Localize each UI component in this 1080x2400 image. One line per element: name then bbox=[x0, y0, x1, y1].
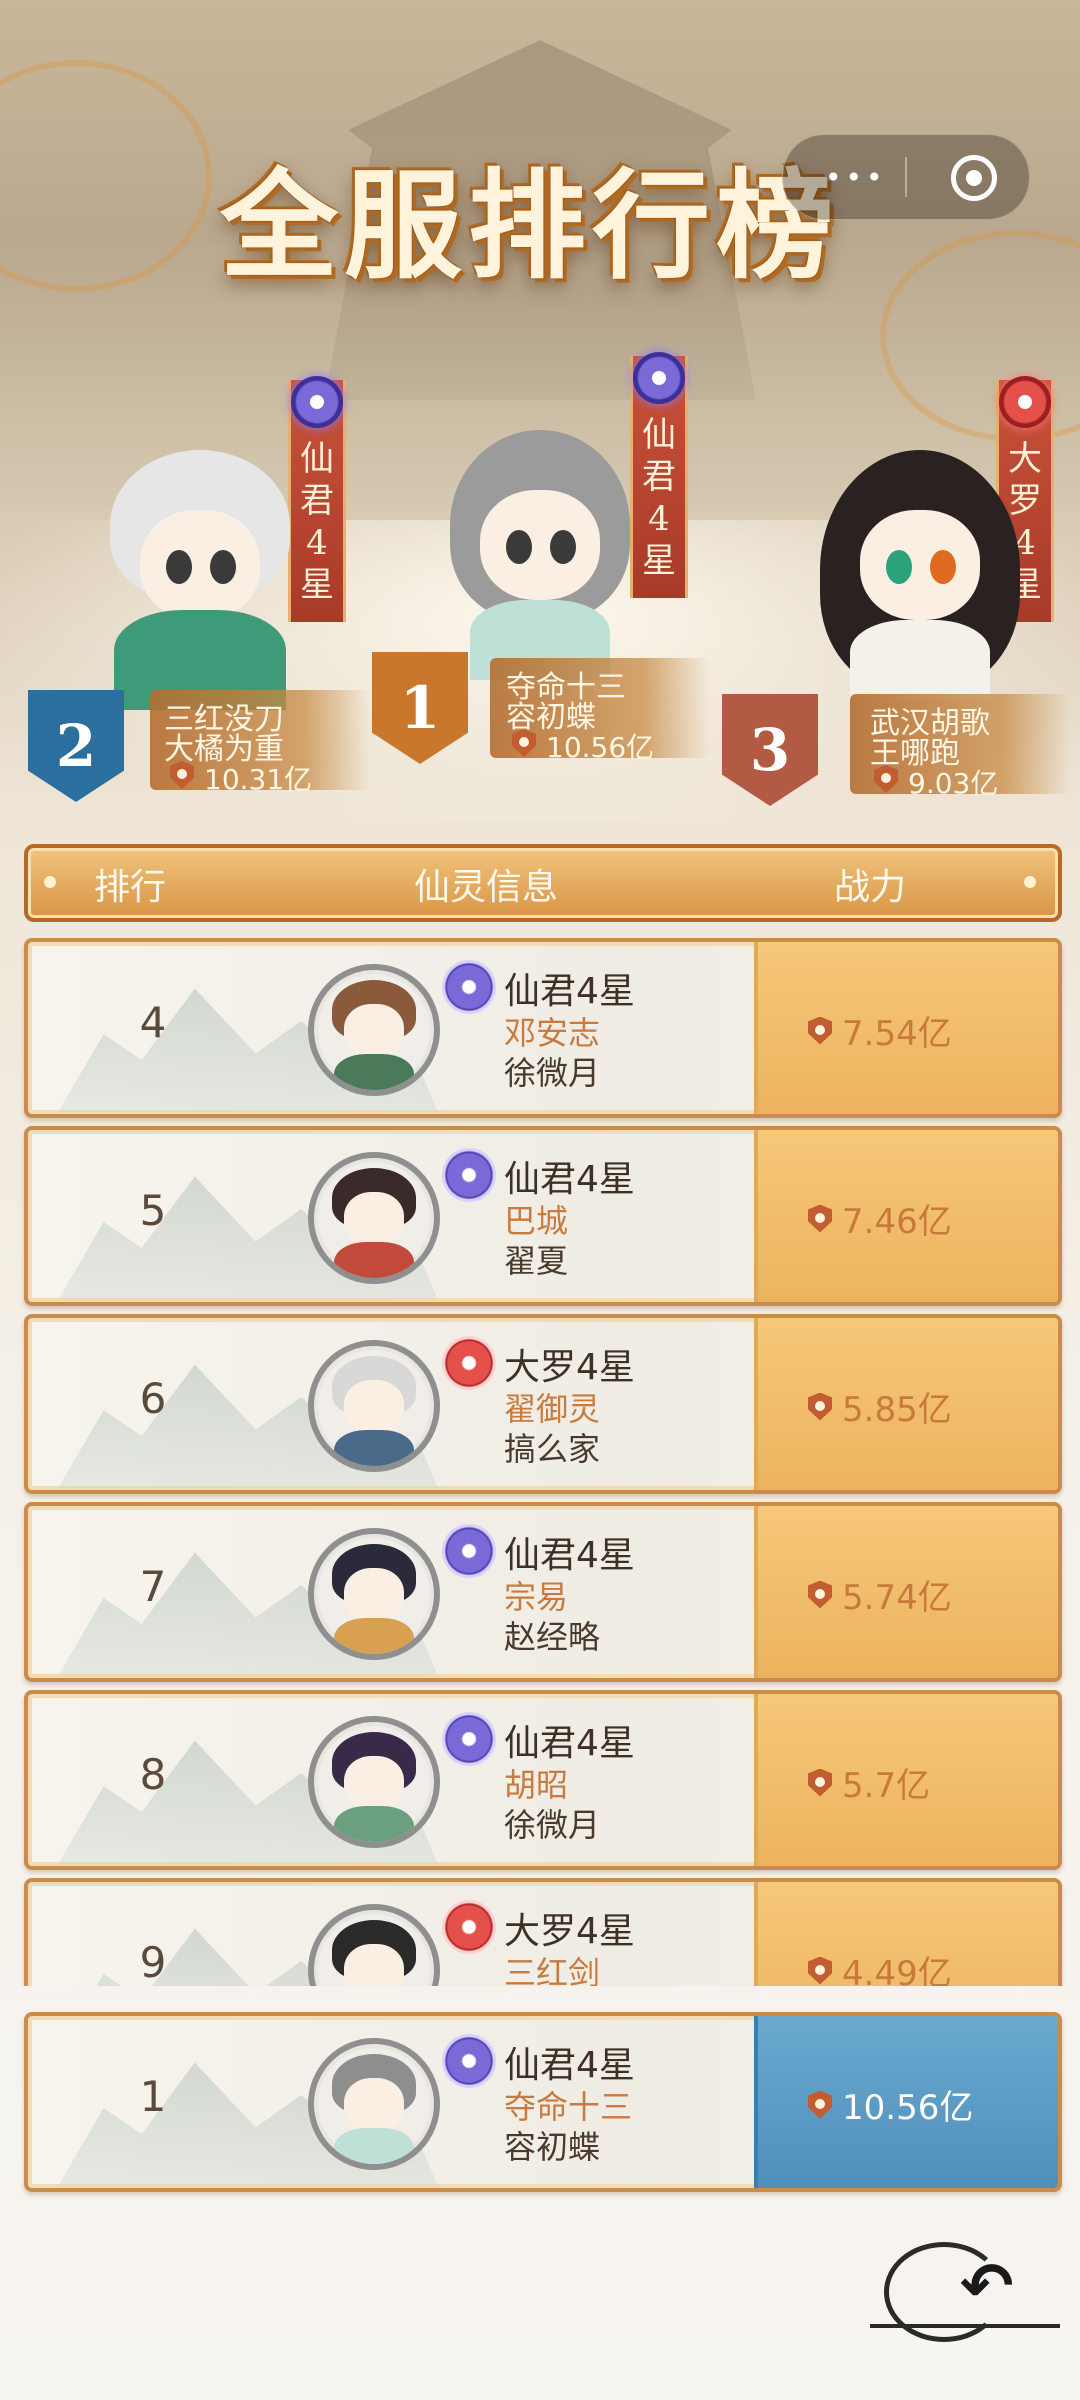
power-shield-icon bbox=[808, 2090, 832, 2119]
realm-level: 大罗4星 bbox=[504, 1347, 635, 1388]
power-value: 5.74亿 bbox=[808, 1570, 952, 1619]
realm-level: 大罗4星 bbox=[504, 1911, 635, 1952]
rank-number: 4 bbox=[139, 998, 167, 1047]
spirit-avatar[interactable] bbox=[308, 1152, 440, 1284]
table-row[interactable]: 8 仙君4星 胡昭 徐微月 5.7亿 bbox=[24, 1690, 1062, 1870]
table-row[interactable]: 7 仙君4星 宗易 赵经略 5.74亿 bbox=[24, 1502, 1062, 1682]
table-row[interactable]: 4 仙君4星 邓安志 徐微月 7.54亿 bbox=[24, 938, 1062, 1118]
spirit-avatar[interactable] bbox=[308, 1340, 440, 1472]
purple-gem-icon bbox=[442, 960, 496, 1014]
purple-gem-icon bbox=[442, 1712, 496, 1766]
spirit-avatar[interactable] bbox=[308, 1528, 440, 1660]
user-name: 搞么家 bbox=[504, 1430, 601, 1468]
back-arrow-icon: ↶ bbox=[960, 2250, 1014, 2324]
red-gem-icon bbox=[442, 1336, 496, 1390]
my-power: 10.56亿 bbox=[808, 2080, 973, 2129]
power-value: 5.7亿 bbox=[808, 1758, 930, 1807]
rank-number: 6 bbox=[139, 1374, 167, 1423]
power-value: 7.54亿 bbox=[808, 1006, 952, 1055]
power-value: 7.46亿 bbox=[808, 1194, 952, 1243]
power-shield-icon bbox=[808, 1580, 832, 1609]
realm-level: 仙君4星 bbox=[504, 1535, 635, 1576]
realm-level: 仙君4星 bbox=[504, 971, 635, 1012]
my-realm: 仙君4星 bbox=[504, 2045, 635, 2086]
rank-number: 7 bbox=[139, 1562, 167, 1611]
user-name: 徐微月 bbox=[504, 1806, 601, 1844]
table-row[interactable]: 6 大罗4星 翟御灵 搞么家 5.85亿 bbox=[24, 1314, 1062, 1494]
spirit-name: 三红剑 bbox=[504, 1954, 601, 1986]
spirit-avatar[interactable] bbox=[308, 1716, 440, 1848]
power-shield-icon bbox=[808, 1956, 832, 1985]
back-button[interactable]: ↶ bbox=[870, 2228, 1060, 2342]
user-name: 徐微月 bbox=[504, 1054, 601, 1092]
my-rank-row[interactable]: 1 仙君4星 夺命十三 容初蝶 10.56亿 bbox=[24, 2012, 1062, 2192]
power-shield-icon bbox=[808, 1016, 832, 1045]
rank-number: 9 bbox=[139, 1938, 167, 1986]
rank-number: 5 bbox=[139, 1186, 167, 1235]
purple-gem-icon bbox=[442, 1524, 496, 1578]
purple-gem-icon bbox=[442, 1148, 496, 1202]
spirit-avatar[interactable] bbox=[308, 964, 440, 1096]
my-rank-number: 1 bbox=[139, 2072, 167, 2121]
spirit-avatar[interactable] bbox=[308, 1904, 440, 1986]
purple-gem-icon bbox=[442, 2034, 496, 2088]
red-gem-icon bbox=[442, 1900, 496, 1954]
rank-number: 8 bbox=[139, 1750, 167, 1799]
power-value: 5.85亿 bbox=[808, 1382, 952, 1431]
user-name: 赵经略 bbox=[504, 1618, 601, 1656]
power-shield-icon bbox=[808, 1768, 832, 1797]
power-shield-icon bbox=[808, 1204, 832, 1233]
power-value: 4.49亿 bbox=[808, 1946, 952, 1986]
table-row[interactable]: 9 大罗4星 三红剑 4.49亿 bbox=[24, 1878, 1062, 1986]
my-user-name: 容初蝶 bbox=[504, 2128, 601, 2166]
power-shield-icon bbox=[808, 1392, 832, 1421]
table-row[interactable]: 5 仙君4星 巴城 翟夏 7.46亿 bbox=[24, 1126, 1062, 1306]
realm-level: 仙君4星 bbox=[504, 1723, 635, 1764]
my-avatar[interactable] bbox=[308, 2038, 440, 2170]
user-name: 翟夏 bbox=[504, 1242, 569, 1280]
brush-line bbox=[870, 2324, 1060, 2328]
realm-level: 仙君4星 bbox=[504, 1159, 635, 1200]
ranking-list[interactable]: 4 仙君4星 邓安志 徐微月 7.54亿 5 仙君4星 巴城 翟夏 7.46亿 … bbox=[0, 0, 1080, 1986]
